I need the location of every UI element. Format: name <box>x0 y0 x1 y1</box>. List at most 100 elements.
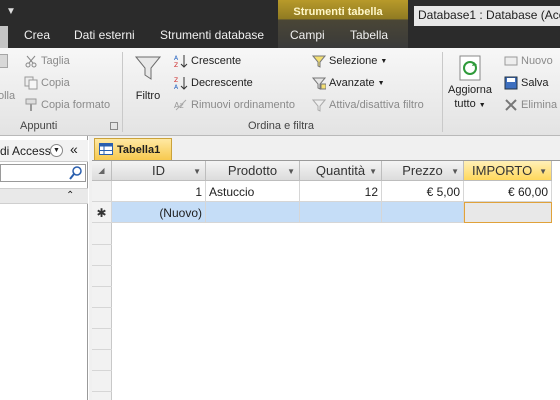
filter-funnel-icon <box>134 54 162 82</box>
svg-text:Az: Az <box>174 101 184 110</box>
ribbon-separator <box>122 52 123 132</box>
cell-quantita[interactable]: 12 <box>300 181 382 202</box>
search-icon[interactable] <box>69 165 83 184</box>
context-group-title: Strumenti tabella <box>293 6 383 18</box>
save-record-label: Salva <box>521 77 549 89</box>
toggle-filter-button[interactable]: Attiva/disattiva filtro <box>311 98 424 112</box>
column-header-importo[interactable]: IMPORTO ▼ <box>464 161 552 181</box>
chevron-down-icon[interactable]: ▼ <box>50 144 63 157</box>
filter-button[interactable]: Filtro <box>134 54 162 102</box>
remove-sort-button[interactable]: Az Rimuovi ordinamento <box>174 98 295 112</box>
advanced-label: Avanzate <box>329 77 375 89</box>
column-header-label: Prodotto <box>227 163 278 178</box>
format-painter-icon <box>24 98 38 112</box>
new-row-marker[interactable]: ✱ <box>92 202 112 223</box>
sort-descending-button[interactable]: ZA Decrescente <box>174 76 253 91</box>
tab-dati-esterni[interactable]: Dati esterni <box>74 28 135 48</box>
refresh-all-button[interactable]: Aggiorna tutto ▼ <box>448 54 492 112</box>
grid-line <box>92 286 112 287</box>
cell-prodotto[interactable]: Astuccio <box>206 181 300 202</box>
copy-button[interactable]: Copia <box>24 76 70 90</box>
new-row-cell[interactable] <box>382 202 464 223</box>
column-header-label: Prezzo <box>402 163 443 178</box>
doc-tab-label: Tabella1 <box>117 143 161 156</box>
sort-descending-icon: ZA <box>174 76 188 91</box>
cell-prezzo[interactable]: € 5,00 <box>382 181 464 202</box>
new-record-icon <box>504 54 518 68</box>
chevron-down-icon: ▼ <box>377 79 385 87</box>
delete-x-icon <box>504 98 518 112</box>
sort-ascending-label: Crescente <box>191 55 242 67</box>
tab-crea[interactable]: Crea <box>24 28 50 48</box>
tab-campi[interactable]: Campi <box>290 28 325 48</box>
select-all-corner[interactable]: ◢ <box>92 161 112 181</box>
window-title: Database1 : Database (Acces <box>414 6 560 26</box>
sort-ascending-icon: AZ <box>174 54 188 69</box>
advanced-filter-icon <box>311 76 327 90</box>
new-record-label: Nuovo <box>521 55 553 67</box>
chevron-down-icon[interactable]: ▼ <box>193 167 201 176</box>
paste-button[interactable] <box>0 54 8 68</box>
remove-sort-label: Rimuovi ordinamento <box>191 99 295 111</box>
file-tab-stub[interactable] <box>0 26 8 48</box>
datasheet-grid: ◢ ID ▼ Prodotto ▼ Quantità ▼ Prezzo ▼ IMPORT… <box>92 160 560 400</box>
new-row-cell[interactable] <box>206 202 300 223</box>
format-painter-button[interactable]: Copia formato <box>24 98 110 112</box>
record-selector[interactable] <box>92 181 112 202</box>
advanced-dropdown-button[interactable]: Avanzate ▼ <box>311 76 385 90</box>
cut-button[interactable]: Taglia <box>24 54 70 68</box>
toggle-filter-icon <box>311 98 327 112</box>
svg-text:Z: Z <box>174 62 178 68</box>
new-row-cell[interactable] <box>300 202 382 223</box>
refresh-all-label-line1: Aggiorna <box>448 84 493 96</box>
appunti-dialog-launcher-icon[interactable] <box>110 122 118 130</box>
chevron-down-icon[interactable]: ▼ <box>369 167 377 176</box>
save-record-button[interactable]: Salva <box>504 76 549 90</box>
new-row-id-cell[interactable]: (Nuovo) <box>112 202 206 223</box>
delete-record-button[interactable]: Elimina <box>504 98 557 112</box>
chevron-down-icon[interactable]: ▼ <box>539 167 547 176</box>
refresh-all-label-line2: tutto ▼ <box>454 98 486 110</box>
tab-tabella[interactable]: Tabella <box>350 28 388 48</box>
copy-label: Copia <box>41 77 70 89</box>
cell-id[interactable]: 1 <box>112 181 206 202</box>
column-header-id[interactable]: ID ▼ <box>112 161 206 181</box>
cell-importo[interactable]: € 60,00 <box>464 181 552 202</box>
grid-line <box>92 349 112 350</box>
doc-tab-tabella1[interactable]: Tabella1 <box>94 138 172 160</box>
column-header-quantita[interactable]: Quantità ▼ <box>300 161 382 181</box>
delete-record-label: Elimina <box>521 99 558 111</box>
column-header-prodotto[interactable]: Prodotto ▼ <box>206 161 300 181</box>
nav-pane-title: di Access <box>0 144 51 158</box>
nav-pane-header[interactable]: di Access ▼ « <box>0 140 88 162</box>
table-icon <box>99 142 113 157</box>
column-header-prezzo[interactable]: Prezzo ▼ <box>382 161 464 181</box>
chevron-down-icon[interactable]: ▼ <box>451 167 459 176</box>
column-header-label: Quantità <box>315 163 366 178</box>
grid-line <box>92 328 112 329</box>
grid-line <box>92 307 112 308</box>
column-header-label: IMPORTO <box>472 163 533 178</box>
active-cell-importo[interactable] <box>464 202 552 223</box>
grid-line <box>92 265 112 266</box>
new-record-button[interactable]: Nuovo <box>504 54 553 68</box>
chevron-down-icon[interactable]: ▼ <box>287 167 295 176</box>
format-painter-label: Copia formato <box>41 99 111 111</box>
tab-strumenti-database[interactable]: Strumenti database <box>160 28 264 48</box>
selection-dropdown-button[interactable]: Selezione ▼ <box>311 54 387 68</box>
quick-access-dropdown-icon[interactable]: ▼ <box>6 6 16 17</box>
navigation-pane: di Access ▼ « ⌃ <box>0 136 88 400</box>
svg-text:A: A <box>174 84 179 90</box>
filter-label: Filtro <box>135 90 161 102</box>
nav-collapse-icon[interactable]: « <box>70 141 78 157</box>
cut-label: Taglia <box>41 55 70 67</box>
remove-sort-icon: Az <box>174 98 188 112</box>
paste-icon <box>0 54 8 68</box>
ribbon: olla Taglia Copia Copia formato Appunti … <box>0 48 560 136</box>
chevron-up-icon[interactable]: ⌃ <box>66 190 74 201</box>
nav-category-bar[interactable]: ⌃ <box>0 188 88 204</box>
sort-ascending-button[interactable]: AZ Crescente <box>174 54 242 69</box>
save-icon <box>504 76 518 90</box>
scissors-icon <box>24 54 38 68</box>
nav-search-input[interactable] <box>0 164 86 182</box>
